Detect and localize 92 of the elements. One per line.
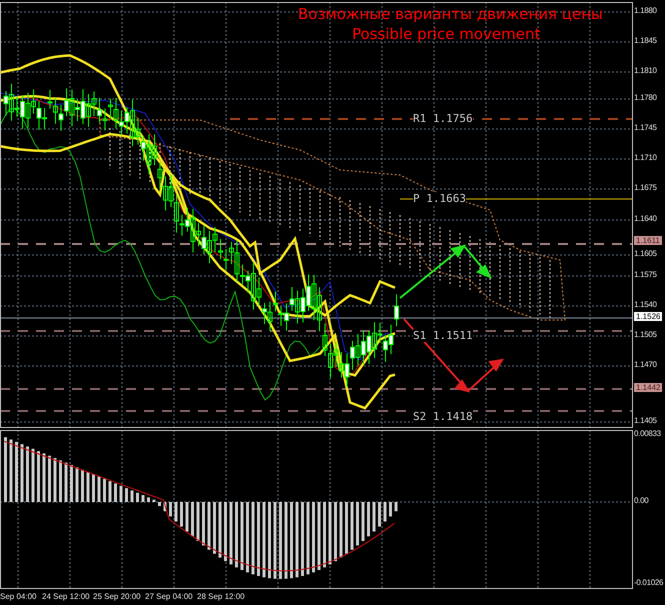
histogram-bar (191, 502, 194, 536)
histogram-bar (340, 502, 342, 558)
price-axis-label: 1.1745 (634, 123, 657, 132)
histogram-bar (318, 502, 320, 570)
histogram-bar (230, 502, 232, 564)
histogram-bar (152, 500, 156, 502)
histogram-bar (180, 502, 183, 527)
histogram-bar (4, 437, 7, 502)
histogram-bar (362, 502, 364, 541)
histogram-bar (147, 497, 150, 502)
histogram-bar (384, 502, 386, 522)
histogram-bar (345, 502, 348, 554)
histogram-bar (108, 481, 112, 502)
histogram-bar (114, 483, 117, 502)
price-axis-label: 1.1470 (634, 360, 657, 369)
histogram-bar (54, 458, 56, 502)
price-axis-label: 1.1540 (634, 300, 657, 309)
histogram-bar (334, 502, 337, 562)
histogram-bar (246, 502, 249, 572)
time-axis-label: 24 Sep 12:00 (42, 592, 90, 601)
histogram-bar (235, 502, 238, 568)
histogram-bar (312, 502, 315, 572)
price-axis-label: 1.1780 (634, 93, 657, 102)
histogram-bar (70, 464, 73, 502)
oscillator-axis-label: 0.00 (634, 496, 648, 505)
time-axis-label: 25 Sep 20:00 (93, 592, 141, 601)
price-tag: 1.1442 (634, 383, 662, 392)
histogram-bar (48, 456, 51, 502)
histogram-bar (37, 451, 40, 502)
histogram-bar (174, 502, 178, 522)
price-axis-label: 1.1505 (634, 330, 657, 339)
histogram-bar (42, 453, 46, 502)
histogram-bar (323, 502, 326, 568)
histogram-bar (76, 467, 78, 502)
price-axis-label: 1.1575 (634, 270, 657, 279)
level-label: R1 1.1756 (413, 112, 473, 125)
chart-title: Возможные варианты движения цены (298, 5, 603, 23)
histogram-bar (356, 502, 359, 546)
histogram-bar (208, 502, 210, 550)
level-label: S2 1.1418 (413, 410, 473, 423)
price-axis-label: 1.1640 (634, 214, 657, 223)
histogram-bar (125, 488, 128, 502)
histogram-bar (240, 502, 244, 570)
price-axis-label: 1.1405 (634, 416, 657, 425)
histogram-bar (98, 476, 100, 502)
histogram-bar (186, 502, 188, 532)
oscillator-axis-label: -0.01026 (634, 578, 664, 587)
histogram-bar (202, 502, 205, 546)
histogram-bar (213, 502, 216, 554)
price-axis-label: 1.1605 (634, 249, 657, 258)
chart-subtitle: Possible price movement (352, 25, 540, 43)
histogram-bar (32, 448, 34, 502)
level-label: P 1.1663 (413, 192, 466, 205)
price-axis-label: 1.1880 (634, 6, 657, 15)
histogram-bar (196, 502, 200, 541)
histogram-bar (86, 472, 90, 502)
histogram-bar (328, 502, 332, 564)
histogram-bar (158, 502, 161, 506)
price-tag: 1.1611 (634, 236, 662, 245)
histogram-bar (142, 495, 144, 502)
histogram-bar (15, 442, 18, 502)
histogram-bar (26, 446, 29, 502)
histogram-bar (389, 502, 392, 516)
histogram-bar (169, 502, 172, 516)
histogram-bar (120, 486, 122, 502)
price-axis-label: 1.1710 (634, 153, 657, 162)
histogram-bar (10, 440, 12, 502)
histogram-bar (92, 474, 95, 502)
price-axis-label: 1.1810 (634, 66, 657, 75)
histogram-bar (81, 470, 84, 502)
histogram-bar (394, 502, 398, 512)
histogram-bar (218, 502, 222, 558)
price-axis-label: 1.1675 (634, 183, 657, 192)
time-axis-label: 28 Sep 12:00 (197, 592, 245, 601)
histogram-bar (103, 478, 106, 502)
histogram-bar (20, 444, 24, 502)
histogram-bar (224, 502, 227, 562)
histogram-bar (59, 460, 62, 502)
time-axis-label: 27 Sep 04:00 (145, 592, 193, 601)
level-label: S1 1.1511 (413, 329, 473, 342)
histogram-bar (367, 502, 370, 536)
histogram-bar (372, 502, 376, 532)
histogram-bar (164, 502, 166, 512)
histogram-bar (130, 490, 134, 502)
histogram-bar (378, 502, 381, 527)
oscillator-axis-label: 0.00833 (634, 429, 661, 438)
histogram-bar (136, 492, 139, 502)
histogram-bar (64, 462, 68, 502)
histogram-bar (350, 502, 354, 550)
price-tag: 1.1526 (634, 312, 662, 321)
price-axis-label: 1.1845 (634, 36, 657, 45)
time-axis-label: Sep 04:00 (0, 592, 36, 601)
